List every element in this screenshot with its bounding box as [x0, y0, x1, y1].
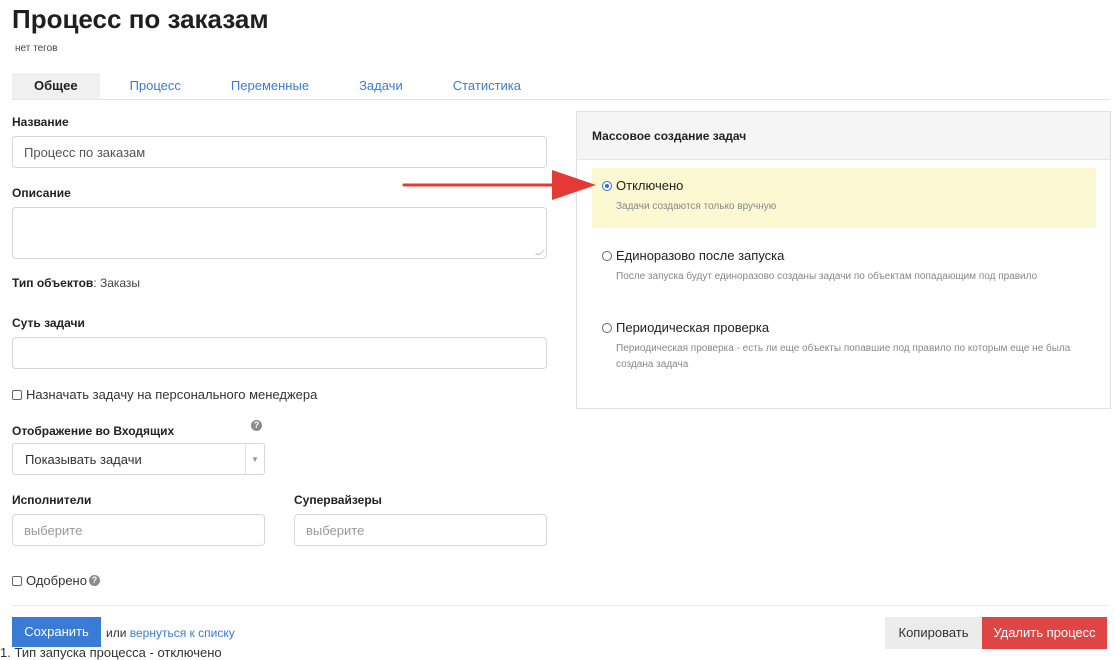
option-once-description: После запуска будут единоразово созданы … — [616, 271, 1038, 282]
or-text: или — [106, 626, 127, 640]
tab-tasks[interactable]: Задачи — [339, 73, 423, 99]
object-type-label: Тип объектов — [12, 276, 94, 290]
executors-input[interactable] — [12, 514, 265, 546]
save-button[interactable]: Сохранить — [12, 617, 101, 647]
mass-creation-panel: Массовое создание задач Отключено Задачи… — [576, 111, 1111, 409]
page-title: Процесс по заказам — [12, 4, 269, 34]
option-disabled-label: Отключено — [616, 178, 684, 193]
inbox-display-select[interactable]: Показывать задачи ▼ — [12, 443, 265, 475]
supervisors-label: Супервайзеры — [294, 493, 382, 507]
tab-general[interactable]: Общее — [12, 73, 100, 99]
approved-checkbox[interactable] — [12, 575, 22, 586]
chevron-down-icon[interactable]: ▼ — [245, 444, 264, 474]
tab-process[interactable]: Процесс — [110, 73, 201, 99]
option-disabled-description: Задачи создаются только вручную — [616, 201, 777, 212]
name-input[interactable] — [12, 136, 547, 168]
back-link-row: или вернуться к списку — [106, 626, 235, 640]
mass-creation-title: Массовое создание задач — [577, 112, 1110, 160]
delete-process-button[interactable]: Удалить процесс — [982, 617, 1107, 649]
red-arrow-icon — [402, 170, 596, 200]
executors-label: Исполнители — [12, 493, 92, 507]
copy-button[interactable]: Копировать — [885, 617, 982, 649]
figure-caption: 1. Тип запуска процесса - отключено — [0, 645, 222, 660]
option-once-label: Единоразово после запуска — [616, 248, 785, 263]
option-disabled[interactable]: Отключено Задачи создаются только вручну… — [592, 168, 1096, 228]
back-to-list-link[interactable]: вернуться к списку — [130, 626, 235, 640]
description-label: Описание — [12, 186, 71, 200]
option-periodic[interactable]: Периодическая проверка Периодическая про… — [592, 310, 1096, 376]
name-label: Название — [12, 115, 69, 129]
inbox-display-label: Отображение во Входящих — [12, 424, 175, 438]
object-type-value: : Заказы — [93, 276, 141, 290]
tab-variables[interactable]: Переменные — [211, 73, 329, 99]
assign-manager-label: Назначать задачу на персонального менедж… — [26, 387, 318, 402]
option-periodic-description: Периодическая проверка - есть ли еще объ… — [616, 343, 1071, 370]
supervisors-input[interactable] — [294, 514, 547, 546]
task-essence-label: Суть задачи — [12, 316, 85, 330]
tab-statistics[interactable]: Статистика — [433, 73, 541, 99]
radio-once[interactable] — [602, 250, 612, 261]
help-icon[interactable]: ? — [251, 420, 262, 431]
tab-divider — [12, 99, 1110, 100]
description-textarea[interactable] — [12, 207, 547, 259]
option-once[interactable]: Единоразово после запуска После запуска … — [592, 238, 1096, 304]
footer-divider — [12, 605, 1110, 606]
object-type-row: Тип объектов: Заказы — [12, 276, 140, 290]
tab-bar: Общее Процесс Переменные Задачи Статисти… — [12, 73, 551, 99]
radio-disabled[interactable] — [602, 180, 612, 191]
assign-manager-checkbox[interactable] — [12, 389, 22, 400]
inbox-display-value: Показывать задачи — [25, 451, 142, 467]
assign-manager-row[interactable]: Назначать задачу на персонального менедж… — [12, 387, 317, 402]
option-periodic-label: Периодическая проверка — [616, 320, 770, 335]
approved-row[interactable]: Одобрено ? — [12, 573, 100, 588]
help-icon[interactable]: ? — [88, 575, 100, 586]
radio-periodic[interactable] — [602, 322, 612, 333]
task-essence-input[interactable] — [12, 337, 547, 369]
approved-label: Одобрено — [26, 573, 87, 588]
tags-label: нет тегов — [15, 43, 58, 54]
